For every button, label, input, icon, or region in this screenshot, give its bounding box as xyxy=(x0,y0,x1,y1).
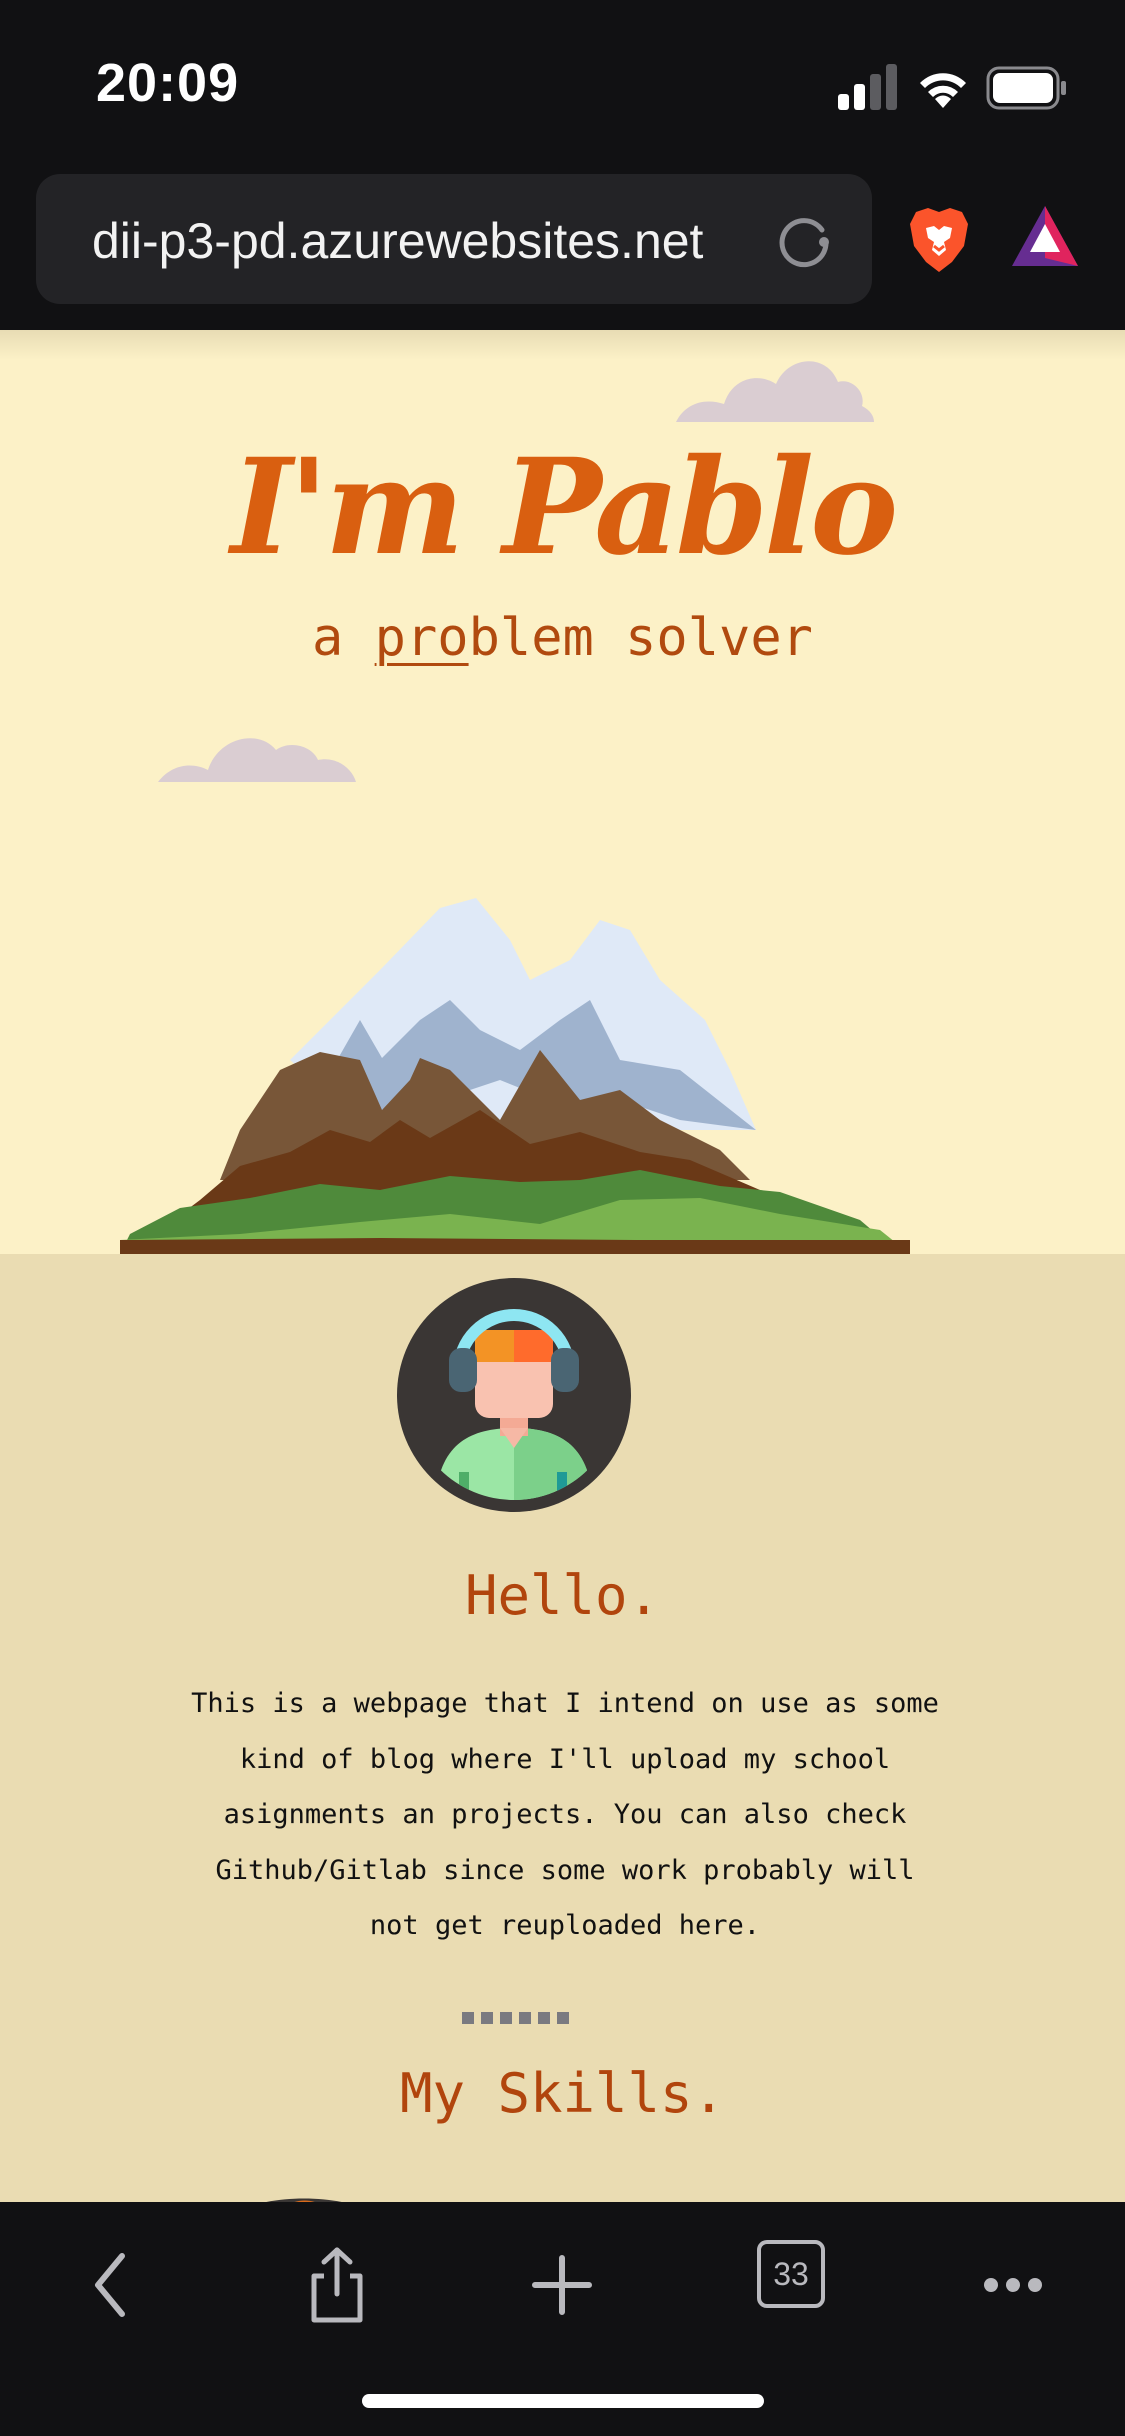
hero-subtitle-underlined: pro xyxy=(374,608,469,668)
wifi-icon xyxy=(920,73,966,108)
brave-lion-icon[interactable] xyxy=(906,206,972,274)
skills-heading: My Skills. xyxy=(399,2062,726,2125)
hero-subtitle: a problem solver xyxy=(0,608,1125,668)
tab-count: 33 xyxy=(757,2240,825,2308)
share-icon[interactable] xyxy=(292,2240,382,2330)
home-indicator[interactable] xyxy=(362,2394,764,2408)
reload-icon[interactable] xyxy=(776,212,832,268)
tabs-button[interactable]: 33 xyxy=(757,2240,825,2308)
address-bar[interactable]: dii-p3-pd.azurewebsites.net xyxy=(36,174,872,304)
cloud-icon xyxy=(676,361,874,422)
back-icon[interactable] xyxy=(68,2240,158,2330)
signal-icon xyxy=(838,64,897,110)
about-text: This is a webpage that I intend on use a… xyxy=(191,1688,939,1941)
web-viewport[interactable]: I'm Pablo a problem solver Hello. This i… xyxy=(0,330,1125,2202)
more-icon[interactable] xyxy=(968,2240,1058,2330)
cloud-icon xyxy=(158,738,356,782)
status-bar: 20:09 xyxy=(0,0,1125,170)
hero-title: I'm Pablo xyxy=(230,430,899,585)
add-tab-icon[interactable] xyxy=(517,2240,607,2330)
status-time: 20:09 xyxy=(96,53,240,113)
about-heading: Hello. xyxy=(464,1564,661,1627)
hero-section: I'm Pablo a problem solver xyxy=(0,330,1125,1254)
url-text: dii-p3-pd.azurewebsites.net xyxy=(92,213,704,269)
skill-icon xyxy=(266,2198,342,2202)
hero-top-shadow xyxy=(0,330,1125,360)
battery-icon xyxy=(986,66,1066,110)
section-divider xyxy=(462,2012,569,2024)
hero-subtitle-pre: a xyxy=(312,608,375,668)
hero-subtitle-post: blem solver xyxy=(468,608,813,668)
avatar xyxy=(397,1278,631,1512)
brave-rewards-icon[interactable] xyxy=(1012,206,1078,266)
about-section: Hello. This is a webpage that I intend o… xyxy=(0,1254,1125,2202)
mountain-illustration xyxy=(120,898,910,1254)
